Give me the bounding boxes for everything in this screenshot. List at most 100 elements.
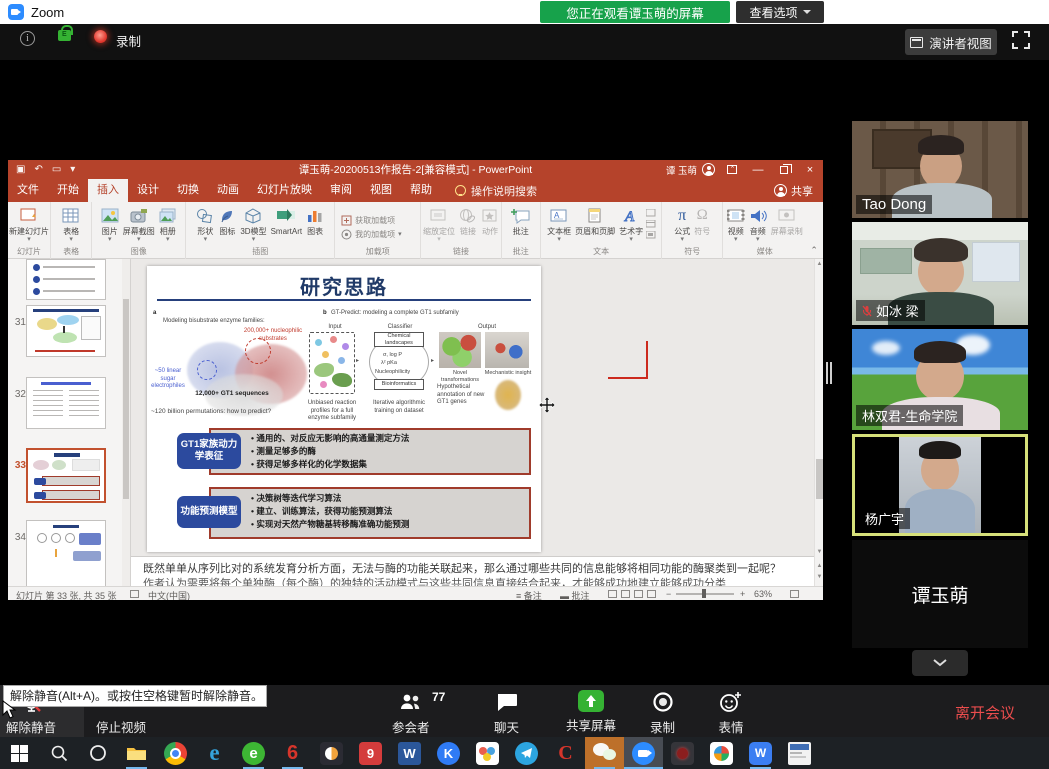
scroll-down-icon[interactable]: ▼ xyxy=(815,549,823,555)
wps-button[interactable]: W xyxy=(741,737,780,769)
get-addins-button[interactable]: 获取加载项 xyxy=(341,215,395,226)
smartart-button[interactable]: SmartArt xyxy=(270,205,304,236)
slide-thumb-31[interactable] xyxy=(26,305,106,357)
tab-transitions[interactable]: 切换 xyxy=(168,179,208,202)
cortana-button[interactable] xyxy=(78,737,117,769)
red-9-app-button[interactable]: 9 xyxy=(351,737,390,769)
wechat-button[interactable] xyxy=(585,737,624,769)
screen-recording-button[interactable]: 屏幕录制 xyxy=(770,205,804,236)
tab-slideshow[interactable]: 幻灯片放映 xyxy=(248,179,321,202)
thumbnail-scrollbar[interactable] xyxy=(122,259,130,586)
cajviewer-button[interactable]: C xyxy=(546,737,585,769)
ppt-share-button[interactable]: 共享 xyxy=(774,179,813,202)
shapes-button[interactable]: 形状▾ xyxy=(195,205,215,244)
ribbon-collapse[interactable]: ⌃ xyxy=(806,202,823,258)
next-slide-icon[interactable]: ▼ xyxy=(815,574,823,580)
reading-view-icon[interactable] xyxy=(634,590,643,598)
meeting-info-icon[interactable]: i xyxy=(20,31,35,46)
tab-insert[interactable]: 插入 xyxy=(88,179,128,202)
equation-button[interactable]: π公式▾ xyxy=(673,205,691,244)
tab-review[interactable]: 审阅 xyxy=(321,179,361,202)
sidebar-resize-handle[interactable] xyxy=(826,362,833,384)
slide-thumb-30[interactable] xyxy=(26,259,106,300)
colorful-app-button[interactable] xyxy=(468,737,507,769)
language-status[interactable]: 中文(中国) xyxy=(148,589,190,600)
tab-design[interactable]: 设计 xyxy=(128,179,168,202)
tab-view[interactable]: 视图 xyxy=(361,179,401,202)
minimize-icon[interactable]: — xyxy=(745,160,771,179)
zoom-taskbar-button[interactable] xyxy=(624,737,663,769)
screen-recorder-button[interactable] xyxy=(663,737,702,769)
zoom-out-icon[interactable]: − xyxy=(666,589,671,599)
wordart-button[interactable]: A艺术字▾ xyxy=(618,205,644,244)
icons-button[interactable]: 图标 xyxy=(217,205,237,236)
video-tile-tan-yumeng-novideo[interactable]: 谭玉萌 xyxy=(852,540,1028,648)
collapse-participants-button[interactable] xyxy=(912,650,968,676)
notes-toggle[interactable]: ≡ 备注 xyxy=(516,589,542,600)
chrome-button[interactable] xyxy=(156,737,195,769)
prev-slide-icon[interactable]: ▲ xyxy=(815,563,823,569)
participants-button[interactable]: 参会者 xyxy=(392,690,430,736)
tab-home[interactable]: 开始 xyxy=(48,179,88,202)
tell-me-search[interactable]: 操作说明搜索 xyxy=(471,183,537,199)
video-tile-lin-shuangjun[interactable]: 林双君-生命学院 xyxy=(852,329,1028,430)
fullscreen-icon[interactable] xyxy=(1012,31,1030,49)
tab-file[interactable]: 文件 xyxy=(8,179,48,202)
screenshot-button[interactable]: 屏幕截图▾ xyxy=(122,205,156,244)
video-button[interactable]: 视频▾ xyxy=(726,205,746,244)
leave-meeting-button[interactable]: 离开会议 xyxy=(955,702,1015,723)
chat-button[interactable]: 聊天 xyxy=(494,690,519,736)
comments-toggle[interactable]: ▬ 批注 xyxy=(560,589,590,600)
photos-app-button[interactable] xyxy=(702,737,741,769)
view-options-button[interactable]: 查看选项 xyxy=(736,1,824,23)
date-time-icon[interactable] xyxy=(646,220,656,228)
zoom-slider-thumb[interactable] xyxy=(702,589,706,598)
new-comment-button[interactable]: 批注 xyxy=(510,205,532,236)
zoom-in-icon[interactable]: + xyxy=(740,589,745,599)
ppt-scrollbar[interactable]: ▲ ▼ ▲ ▼ xyxy=(814,259,823,586)
red-swirl-app-button[interactable]: 6 xyxy=(273,737,312,769)
speaker-view-button[interactable]: 演讲者视图 xyxy=(905,29,997,55)
object-icon[interactable] xyxy=(646,231,656,239)
symbol-button[interactable]: Ω符号 xyxy=(693,205,711,236)
scroll-up-icon[interactable]: ▲ xyxy=(815,261,823,267)
ribbon-display-options-icon[interactable] xyxy=(719,160,745,179)
ppt-titlebar[interactable]: ▣ ↶ ▭ ▾ 谭玉萌-20200513作报告-2[兼容模式] - PowerP… xyxy=(8,160,823,179)
table-button[interactable]: 表格▾ xyxy=(61,205,81,244)
fit-slide-icon[interactable] xyxy=(790,590,799,598)
video-tile-rubing-liang[interactable]: 如冰 梁 xyxy=(852,222,1028,325)
3d-models-button[interactable]: 3D模型▾ xyxy=(239,205,267,244)
normal-view-icon[interactable] xyxy=(608,590,617,598)
tab-animations[interactable]: 动画 xyxy=(208,179,248,202)
k-app-button[interactable]: K xyxy=(429,737,468,769)
picture-button[interactable]: 图片▾ xyxy=(100,205,120,244)
textbox-button[interactable]: A文本框▾ xyxy=(546,205,572,244)
close-icon[interactable]: × xyxy=(797,160,823,179)
media-player-button[interactable] xyxy=(312,737,351,769)
video-tile-tao-dong[interactable]: Tao Dong xyxy=(852,121,1028,218)
video-tile-yang-guangyu-active[interactable]: 杨广宇 xyxy=(852,434,1028,536)
slide-sorter-icon[interactable] xyxy=(621,590,630,598)
reactions-button[interactable]: 表情 xyxy=(718,690,744,736)
start-button[interactable] xyxy=(0,737,39,769)
slide-thumb-34[interactable] xyxy=(26,520,106,586)
tab-help[interactable]: 帮助 xyxy=(401,179,441,202)
zoom-link-button[interactable]: 缩放定位▾ xyxy=(422,205,456,244)
hyperlink-button[interactable]: 链接 xyxy=(458,205,478,236)
file-explorer-button[interactable] xyxy=(117,737,156,769)
slide-thumb-32[interactable] xyxy=(26,377,106,429)
slide-number-icon[interactable] xyxy=(646,209,656,217)
word-button[interactable]: W xyxy=(390,737,429,769)
news-app-button[interactable] xyxy=(780,737,819,769)
account-area[interactable]: 谭 玉萌 xyxy=(666,160,715,179)
spellcheck-icon[interactable] xyxy=(130,590,139,598)
taskbar-search-button[interactable] xyxy=(39,737,78,769)
photo-album-button[interactable]: 相册▾ xyxy=(158,205,178,244)
telegram-button[interactable] xyxy=(507,737,546,769)
edge-button[interactable]: e xyxy=(195,737,234,769)
slide-thumb-33-selected[interactable] xyxy=(26,448,106,503)
notes-pane[interactable]: 既然单单从序列比对的系统发育分析方面，无法与酶的功能关联起来，那么通过哪些共同的… xyxy=(131,556,814,586)
new-slide-button[interactable]: 新建幻灯片▾ xyxy=(8,205,50,244)
slideshow-view-icon[interactable] xyxy=(647,590,656,598)
share-screen-button[interactable]: 共享屏幕 xyxy=(566,690,616,734)
